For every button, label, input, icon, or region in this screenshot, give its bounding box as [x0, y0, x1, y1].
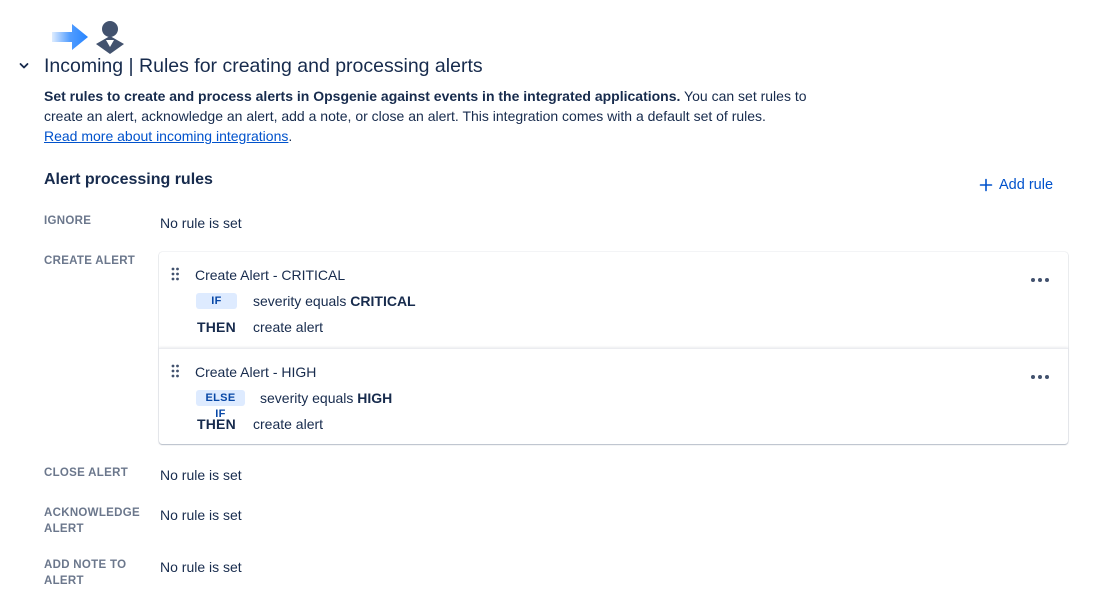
- row-value-add-note: No rule is set: [160, 559, 242, 575]
- rule-name: Create Alert - CRITICAL: [195, 267, 346, 283]
- drag-handle-icon[interactable]: [171, 364, 179, 378]
- plus-icon: [979, 178, 993, 192]
- row-label-close-alert: CLOSE ALERT: [44, 467, 129, 479]
- then-label: THEN: [197, 319, 236, 335]
- page-description: Set rules to create and process alerts i…: [44, 86, 844, 146]
- condition-text: severity equals CRITICAL: [253, 291, 416, 311]
- row-label-add-note: ADD NOTE TO ALERT: [44, 559, 127, 587]
- row-label-ignore: IGNORE: [44, 215, 92, 227]
- page-title: Incoming | Rules for creating and proces…: [44, 55, 483, 77]
- then-action: create alert: [253, 416, 324, 432]
- row-value-acknowledge-alert: No rule is set: [160, 507, 242, 523]
- read-more-link[interactable]: Read more about incoming integrations: [44, 128, 288, 144]
- condition-value: CRITICAL: [350, 293, 416, 309]
- more-actions-button[interactable]: [1025, 270, 1055, 290]
- create-alert-rules: Create Alert - CRITICAL IF severity equa…: [159, 252, 1068, 444]
- condition-field: severity equals: [260, 390, 358, 406]
- read-more-suffix: .: [288, 128, 293, 144]
- add-rule-label: Add rule: [999, 177, 1054, 193]
- more-horizontal-icon: [1031, 278, 1049, 282]
- then-action: create alert: [253, 319, 324, 335]
- description-bold: Set rules to create and process alerts i…: [44, 88, 681, 104]
- drag-handle-icon[interactable]: [171, 267, 179, 281]
- row-label-create-alert: CREATE ALERT: [44, 255, 136, 267]
- then-label: THEN: [197, 416, 236, 432]
- condition-value: HIGH: [357, 390, 393, 406]
- row-label-acknowledge-alert: ACKNOWLEDGE ALERT: [44, 507, 140, 535]
- section-title: Alert processing rules: [44, 171, 213, 188]
- condition-badge: ELSE IF: [196, 390, 245, 420]
- condition-badge: IF: [196, 293, 237, 309]
- integration-logo-icon: [52, 21, 124, 54]
- more-horizontal-icon: [1031, 375, 1049, 379]
- rule-name: Create Alert - HIGH: [195, 364, 317, 380]
- row-value-close-alert: No rule is set: [160, 467, 242, 483]
- chevron-down-icon[interactable]: [17, 59, 31, 73]
- row-value-ignore: No rule is set: [160, 215, 242, 231]
- rule-card[interactable]: Create Alert - CRITICAL IF severity equa…: [159, 252, 1068, 348]
- more-actions-button[interactable]: [1025, 367, 1055, 387]
- add-rule-button[interactable]: Add rule: [979, 175, 1053, 195]
- condition-text: severity equals HIGH: [260, 388, 392, 408]
- condition-field: severity equals: [253, 293, 351, 309]
- rule-card[interactable]: Create Alert - HIGH ELSE IF severity equ…: [159, 348, 1068, 445]
